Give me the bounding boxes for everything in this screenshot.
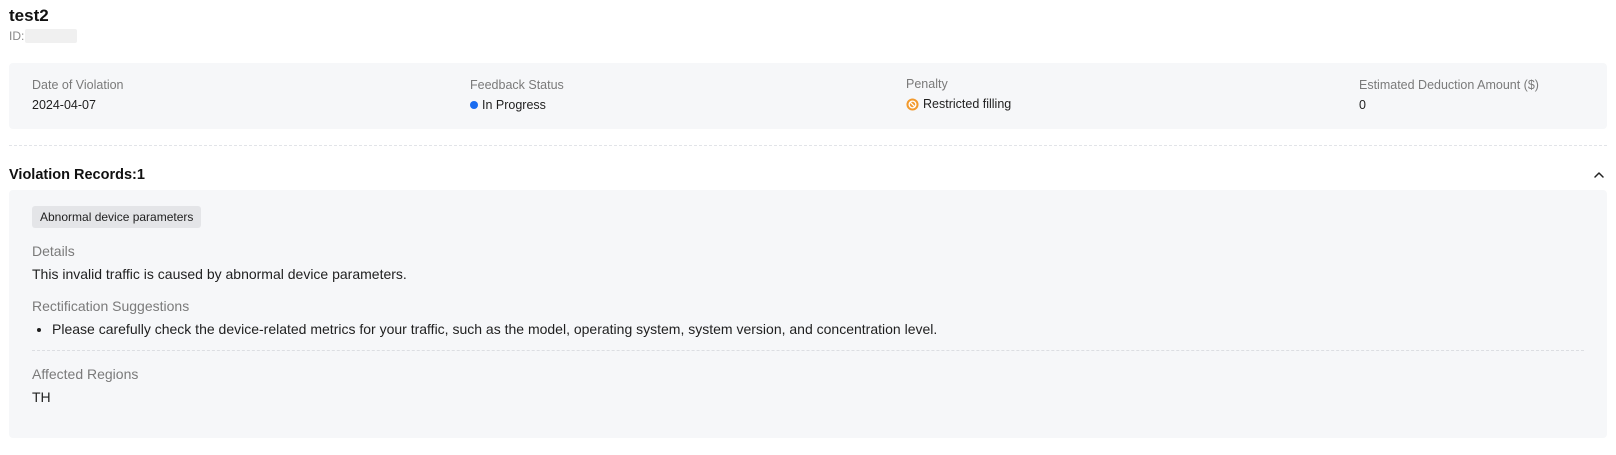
page-title: test2 <box>9 6 49 25</box>
feedback-status-text: In Progress <box>482 98 546 112</box>
card-divider <box>32 350 1584 351</box>
violation-type-tag: Abnormal device parameters <box>32 206 202 228</box>
id-row: ID: <box>9 28 1607 44</box>
rectification-suggestions-list: Please carefully check the device-relate… <box>32 320 1584 338</box>
collapse-button[interactable] <box>1591 167 1607 183</box>
date-of-violation-label: Date of Violation <box>32 78 124 92</box>
status-dot-icon <box>470 101 478 109</box>
details-label: Details <box>32 243 75 259</box>
rectification-suggestions-label: Rectification Suggestions <box>32 298 190 314</box>
penalty-label: Penalty <box>906 77 948 91</box>
section-divider <box>9 145 1607 146</box>
penalty-value: Restricted filling <box>906 96 1011 112</box>
date-of-violation-value: 2024-04-07 <box>32 97 124 113</box>
summary-feedback-status: Feedback Status In Progress <box>470 77 564 113</box>
chevron-up-icon <box>1594 172 1604 178</box>
id-label: ID: <box>9 29 25 43</box>
estimated-deduction-label: Estimated Deduction Amount ($) <box>1359 78 1539 92</box>
feedback-status-label: Feedback Status <box>470 78 564 92</box>
affected-regions-value: TH <box>32 389 51 405</box>
details-text: This invalid traffic is caused by abnorm… <box>32 266 407 282</box>
summary-penalty: Penalty Restricted filling <box>906 76 1011 112</box>
id-redacted-value <box>25 29 78 43</box>
date-of-violation-text: 2024-04-07 <box>32 98 96 112</box>
ban-icon <box>906 97 919 111</box>
penalty-text: Restricted filling <box>923 97 1012 111</box>
header: test2 ID: <box>9 0 1607 56</box>
violation-records-header[interactable]: Violation Records:1 <box>9 154 1607 190</box>
violation-detail-page: test2 ID: Date of Violation 2024-04-07 F… <box>0 0 1616 455</box>
affected-regions-label: Affected Regions <box>32 366 139 382</box>
estimated-deduction-value: 0 <box>1359 97 1539 113</box>
summary-panel: Date of Violation 2024-04-07 Feedback St… <box>9 63 1607 129</box>
estimated-deduction-text: 0 <box>1359 98 1366 112</box>
violation-records-title: Violation Records:1 <box>9 167 145 183</box>
feedback-status-value: In Progress <box>470 97 564 113</box>
list-item: Please carefully check the device-relate… <box>52 320 1584 338</box>
summary-date-of-violation: Date of Violation 2024-04-07 <box>32 77 124 113</box>
summary-estimated-deduction: Estimated Deduction Amount ($) 0 <box>1359 77 1539 113</box>
violation-record-card: Abnormal device parameters Details This … <box>9 190 1607 438</box>
